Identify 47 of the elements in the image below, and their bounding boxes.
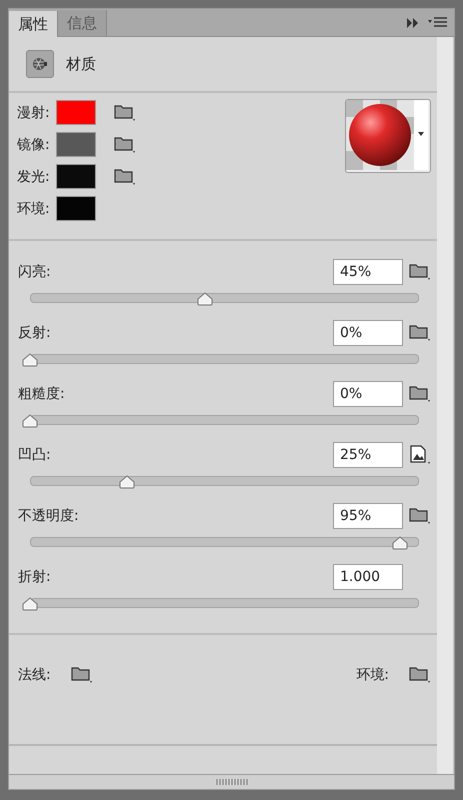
value-field[interactable]: 45% <box>333 259 403 285</box>
material-button[interactable] <box>26 50 54 78</box>
material-preview[interactable] <box>345 99 431 173</box>
folder-icon[interactable] <box>409 507 431 525</box>
value-field[interactable]: 1.000 <box>333 564 403 590</box>
color-swatch[interactable] <box>56 132 96 157</box>
folder-icon[interactable] <box>409 385 431 403</box>
slider-thumb[interactable] <box>118 475 136 489</box>
value-field[interactable]: 25% <box>333 442 403 468</box>
property-label: 不透明度: <box>18 507 79 525</box>
color-swatch[interactable] <box>56 100 96 125</box>
slider-thumb[interactable] <box>390 536 409 550</box>
panel-tab[interactable]: 属性 <box>9 11 58 37</box>
value-field[interactable]: 0% <box>333 381 403 407</box>
slider-thumb[interactable] <box>21 597 39 611</box>
property-label: 凹凸: <box>18 446 51 464</box>
color-label: 镜像: <box>17 136 50 154</box>
color-label: 发光: <box>17 168 50 186</box>
property-label: 粗糙度: <box>18 385 65 403</box>
property-label: 折射: <box>18 568 51 586</box>
folder-icon[interactable] <box>409 666 431 684</box>
panel-title: 材质 <box>66 54 96 74</box>
color-label: 漫射: <box>17 104 50 122</box>
map-label: 环境: <box>356 666 389 684</box>
property-label: 闪亮: <box>18 263 51 281</box>
sphere-preview-icon <box>346 100 414 170</box>
slider-thumb[interactable] <box>196 292 214 306</box>
panel-menu-icon[interactable] <box>428 17 448 29</box>
value-field[interactable]: 95% <box>333 503 403 529</box>
property-label: 反射: <box>18 324 51 342</box>
folder-icon[interactable] <box>114 136 136 154</box>
color-swatch[interactable] <box>56 196 96 221</box>
folder-icon[interactable] <box>70 666 93 684</box>
slider-thumb[interactable] <box>21 414 39 428</box>
value-field[interactable]: 0% <box>333 320 403 346</box>
texture-image-icon[interactable] <box>409 445 431 465</box>
sphere-grid-icon <box>32 56 48 72</box>
color-label: 环境: <box>17 200 50 218</box>
resize-grip-icon[interactable] <box>216 779 248 785</box>
folder-icon[interactable] <box>114 104 136 122</box>
color-swatch[interactable] <box>56 164 96 189</box>
folder-icon[interactable] <box>409 324 431 342</box>
folder-icon[interactable] <box>409 263 431 281</box>
slider-thumb[interactable] <box>21 353 39 367</box>
map-label: 法线: <box>18 666 51 684</box>
collapse-icon[interactable] <box>406 18 420 28</box>
folder-icon[interactable] <box>114 168 136 186</box>
